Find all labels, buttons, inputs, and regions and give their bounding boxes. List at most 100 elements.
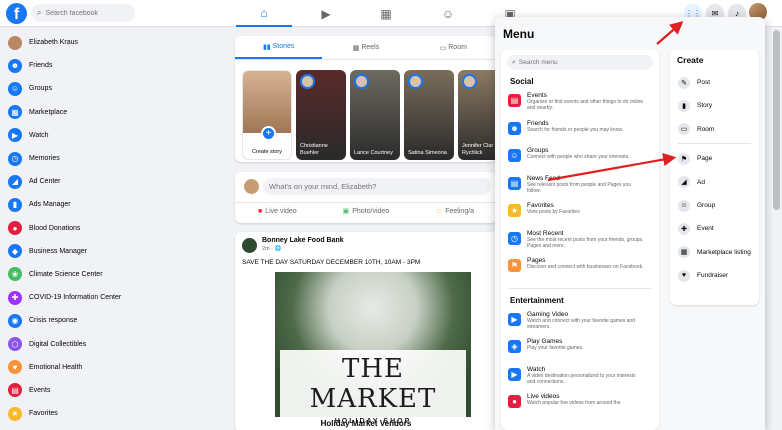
sidebar-item-groups[interactable]: ☺ Groups bbox=[0, 77, 225, 100]
menu-item-text: Play Games Play your favorite games. bbox=[527, 338, 645, 351]
menu-item-description: Search for friends or people you may kno… bbox=[527, 126, 624, 133]
climate-icon: ❀ bbox=[8, 267, 22, 282]
menu-item-most-recent[interactable]: ◷ Most Recent See the most recent posts fr… bbox=[501, 227, 659, 255]
groups-icon: ☺ bbox=[8, 81, 22, 96]
menu-search-box[interactable]: ⌕ bbox=[507, 55, 653, 70]
sidebar-item-business-manager[interactable]: ◆ Business Manager bbox=[0, 240, 225, 263]
create-story-card[interactable]: + Create story bbox=[242, 70, 292, 160]
story-card[interactable]: Lance Courtney bbox=[350, 70, 400, 160]
favorites-icon: ★ bbox=[8, 406, 22, 421]
group-icon: ☺ bbox=[678, 199, 690, 212]
create-room-button[interactable]: ▭ Room bbox=[670, 118, 759, 141]
sidebar-item-ad-center[interactable]: ◢ Ad Center bbox=[0, 170, 225, 193]
entertainment-section-title: Entertainment bbox=[510, 295, 564, 305]
tab-rooms[interactable]: ▭ Room bbox=[410, 36, 497, 59]
tab-stories[interactable]: ▮▮ Stories bbox=[235, 36, 323, 59]
sidebar-item-favorites[interactable]: ★ Favorites bbox=[0, 402, 225, 425]
room-icon: ▭ bbox=[678, 123, 690, 136]
megaphone-icon: ◢ bbox=[678, 176, 690, 189]
page-scrollbar-thumb[interactable] bbox=[773, 30, 780, 210]
menu-item-live-videos[interactable]: ● Live videos Watch popular live videos fr… bbox=[501, 390, 659, 418]
story-card[interactable]: Christianne Buehler bbox=[296, 70, 346, 160]
groups-icon[interactable]: ☺ bbox=[420, 0, 476, 27]
photo-video-button[interactable]: ▣ Photo/video bbox=[343, 207, 390, 216]
facebook-logo[interactable]: f bbox=[6, 3, 27, 24]
sidebar-item-emotional-health[interactable]: ♥ Emotional Health bbox=[0, 356, 225, 379]
menu-item-gaming-video[interactable]: ▶ Gaming Video Watch and connect with your… bbox=[501, 308, 659, 336]
plus-icon[interactable]: + bbox=[261, 126, 276, 141]
post-page-name[interactable]: Bonney Lake Food Bank bbox=[262, 237, 344, 244]
sidebar-item-crisis-response[interactable]: ◉ Crisis response bbox=[0, 309, 225, 332]
sidebar-item-events[interactable]: ▤ Events bbox=[0, 379, 225, 402]
sidebar-item-watch[interactable]: ▶ Watch bbox=[0, 124, 225, 147]
menu-item-news-feed[interactable]: ▤ News Feed See relevant posts from people… bbox=[501, 172, 659, 200]
live-video-button[interactable]: ■ Live video bbox=[258, 207, 297, 215]
create-bottom-list: ⚑ Page ◢ Ad ☺ Group ✚ Event ▦ Marketplace listing… bbox=[670, 147, 759, 287]
live-icon: ● bbox=[508, 395, 521, 408]
sidebar-item-friends[interactable]: ☻ Friends bbox=[0, 54, 225, 77]
menu-item-pages[interactable]: ⚑ Pages Discover and connect with business… bbox=[501, 254, 659, 282]
sidebar-item-covid-19-information-center[interactable]: ✚ COVID-19 Information Center bbox=[0, 286, 225, 309]
news-feed-icon: ▤ bbox=[508, 176, 521, 190]
watch-icon[interactable]: ▶ bbox=[298, 0, 354, 27]
menu-item-description: Play your favorite games. bbox=[527, 345, 584, 351]
ad-center-icon: ◢ bbox=[8, 174, 22, 189]
create-page-button[interactable]: ⚑ Page bbox=[670, 147, 759, 170]
stories-tabs: ▮▮ Stories ▩ Reels ▭ Room bbox=[235, 36, 497, 60]
menu-item-watch[interactable]: ▶ Watch A video destination personalized t… bbox=[501, 363, 659, 391]
home-icon[interactable]: ⌂ bbox=[236, 0, 292, 27]
create-event-button[interactable]: ✚ Event bbox=[670, 217, 759, 240]
social-list: ▤ Events Organize or find events and other… bbox=[501, 89, 659, 282]
menu-item-play-games[interactable]: ◈ Play Games Play your favorite games. bbox=[501, 335, 659, 363]
sidebar-item-marketplace[interactable]: ▦ Marketplace bbox=[0, 101, 225, 124]
search-box[interactable]: ⌕ bbox=[31, 4, 135, 22]
create-group-button[interactable]: ☺ Group bbox=[670, 194, 759, 217]
create-post-button[interactable]: ✎ Post bbox=[670, 71, 759, 94]
menu-panel: Menu ⌕ Social ▤ EventsOrganize or find ev… bbox=[495, 17, 765, 430]
marketplace-icon[interactable]: ▦ bbox=[358, 0, 414, 27]
sidebar-item-label: Friends bbox=[29, 62, 53, 70]
menu-item-friends[interactable]: ☻ Friends Search for friends or people you… bbox=[501, 117, 659, 145]
create-item-label: Post bbox=[697, 78, 711, 86]
sidebar-item-ads-manager[interactable]: ▮ Ads Manager bbox=[0, 193, 225, 216]
sidebar-item-memories[interactable]: ◷ Memories bbox=[0, 147, 225, 170]
menu-item-events[interactable]: ▤ Events Organize or find events and other… bbox=[501, 89, 659, 117]
story-name: Lance Courtney bbox=[354, 149, 393, 156]
search-input[interactable] bbox=[45, 9, 126, 17]
avatar bbox=[8, 35, 22, 50]
tab-reels[interactable]: ▩ Reels bbox=[322, 36, 409, 59]
menu-item-text: Events Organize or find events and other … bbox=[527, 92, 645, 111]
social-section-title: Social bbox=[510, 77, 534, 86]
menu-title: Menu bbox=[503, 27, 535, 41]
create-fundraiser-button[interactable]: ♥ Fundraiser bbox=[670, 264, 759, 287]
story-card[interactable]: Satina Simeona bbox=[404, 70, 454, 160]
sidebar-item-digital-collectibles[interactable]: ⬡ Digital Collectibles bbox=[0, 332, 225, 355]
post-image-title: THE MARKET HOLIDAY SHOP bbox=[280, 350, 466, 425]
create-story-button[interactable]: ▮ Story bbox=[670, 94, 759, 117]
menu-search-input[interactable] bbox=[518, 59, 629, 66]
post-icon: ✎ bbox=[678, 76, 690, 89]
sidebar-item-label: Marketplace bbox=[29, 108, 68, 116]
stories-icon: ▮▮ bbox=[262, 43, 273, 51]
menu-item-groups[interactable]: ☺ Groups Connect with people who share you… bbox=[501, 144, 659, 172]
composer-input[interactable] bbox=[263, 178, 491, 195]
sidebar-item-elizabeth-kraus[interactable]: Elizabeth Kraus bbox=[0, 31, 225, 54]
sidebar-item-blood-donations[interactable]: ● Blood Donations bbox=[0, 217, 225, 240]
post-page-avatar[interactable] bbox=[242, 238, 257, 253]
menu-item-text: News Feed See relevant posts from people … bbox=[527, 175, 645, 194]
create-top-list: ✎ Post ▮ Story ▭ Room bbox=[670, 71, 759, 141]
menu-item-description: See relevant posts from people and Pages… bbox=[527, 181, 631, 194]
create-item-label: Room bbox=[697, 125, 715, 133]
menu-item-title: News Feed bbox=[527, 174, 560, 182]
post-time[interactable]: 2m · 🌐 bbox=[262, 246, 281, 252]
menu-item-favorites[interactable]: ★ Favorites View posts by Favorites bbox=[501, 199, 659, 227]
menu-item-text: Live videos Watch popular live videos fro… bbox=[527, 393, 645, 406]
sidebar-item-label: Digital Collectibles bbox=[29, 340, 87, 348]
create-marketplace-listing-button[interactable]: ▦ Marketplace listing bbox=[670, 241, 759, 264]
story-avatar bbox=[354, 74, 369, 89]
feeling-button[interactable]: ☺ Feeling/a bbox=[435, 207, 474, 215]
sidebar-item-climate-science-center[interactable]: ❀ Climate Science Center bbox=[0, 263, 225, 286]
menu-list: ⌕ Social ▤ EventsOrganize or find events … bbox=[501, 50, 659, 430]
create-ad-button[interactable]: ◢ Ad bbox=[670, 171, 759, 194]
fundraiser-icon: ♥ bbox=[678, 269, 690, 282]
